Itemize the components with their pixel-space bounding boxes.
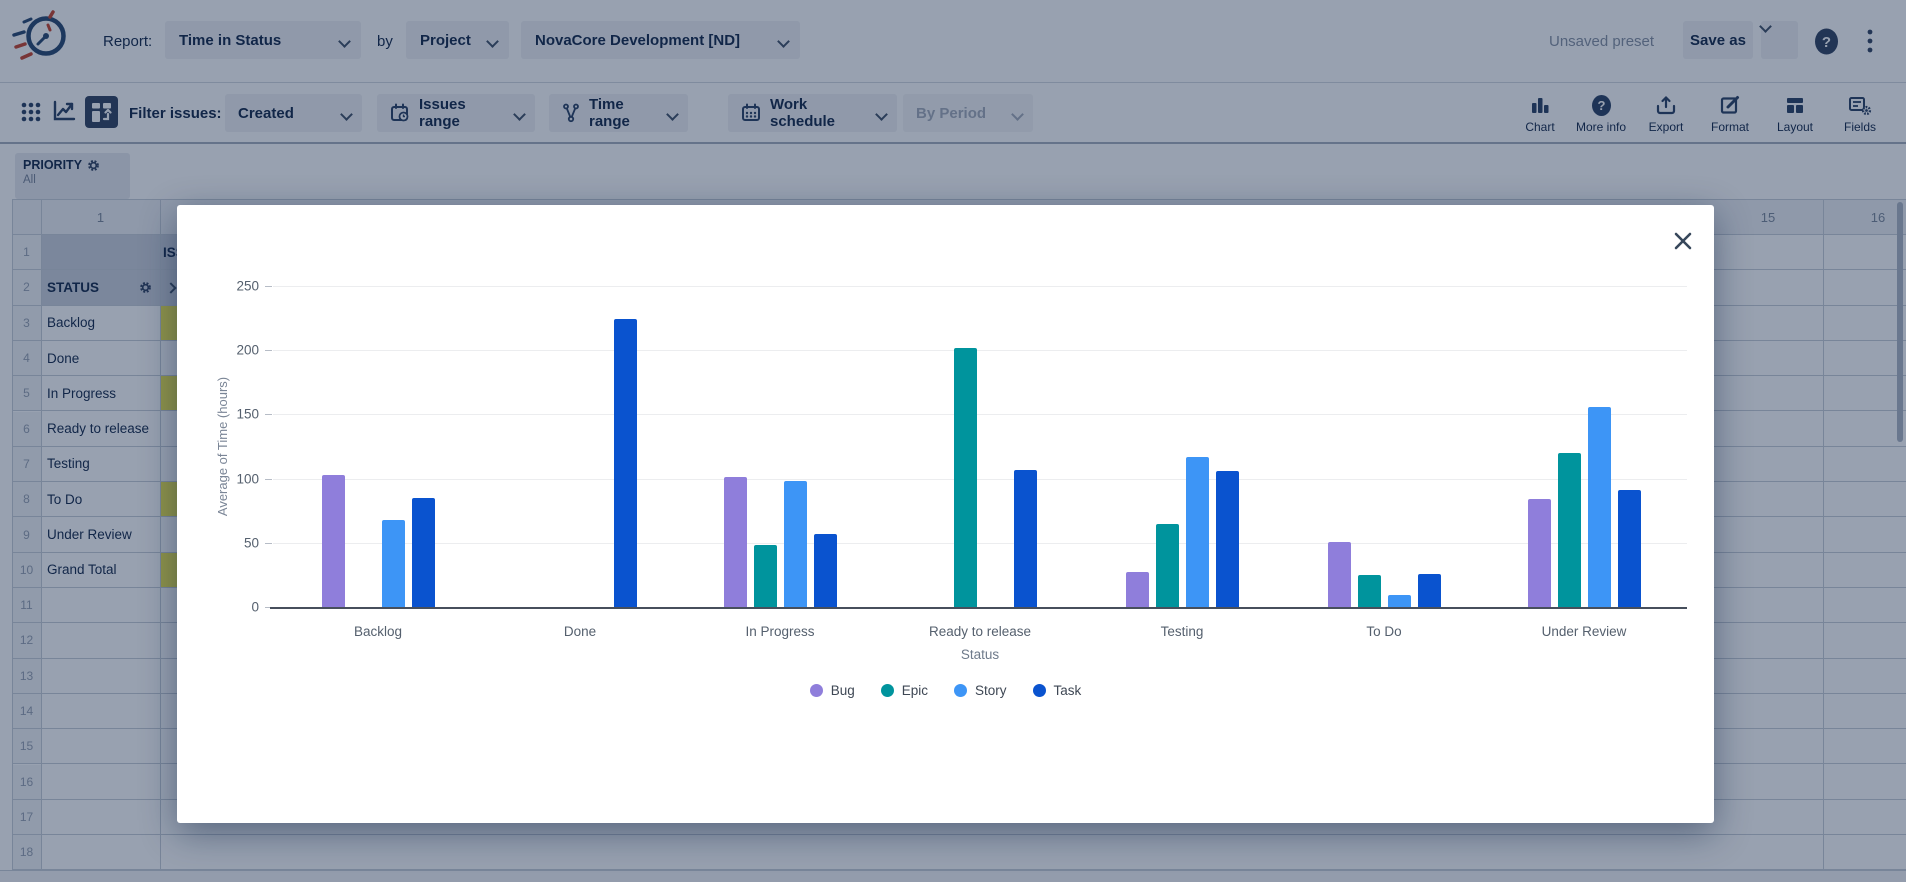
bar-task-3[interactable] xyxy=(1014,470,1037,607)
gridline xyxy=(273,543,1687,544)
bar-task-0[interactable] xyxy=(412,498,435,607)
legend-label: Story xyxy=(975,683,1007,698)
y-tick-mark xyxy=(265,479,272,480)
bar-bug-4[interactable] xyxy=(1126,572,1149,607)
y-tick-mark xyxy=(265,414,272,415)
legend-item-story[interactable]: Story xyxy=(954,683,1007,698)
x-category-label: Testing xyxy=(1097,624,1267,639)
bar-epic-6[interactable] xyxy=(1558,453,1581,607)
y-tick-mark xyxy=(265,543,272,544)
bar-story-4[interactable] xyxy=(1186,457,1209,607)
gridline xyxy=(273,350,1687,351)
app-window: Report: Time in Status by Project NovaCo… xyxy=(0,0,1906,882)
bar-task-1[interactable] xyxy=(614,319,637,607)
legend-label: Epic xyxy=(902,683,928,698)
bar-bug-5[interactable] xyxy=(1328,542,1351,608)
bar-bug-2[interactable] xyxy=(724,477,747,607)
legend-dot-icon xyxy=(1033,684,1046,697)
bar-epic-4[interactable] xyxy=(1156,524,1179,608)
chart-modal: 050100150200250BacklogDoneIn ProgressRea… xyxy=(177,205,1714,823)
bar-story-6[interactable] xyxy=(1588,407,1611,607)
bar-story-2[interactable] xyxy=(784,481,807,607)
y-tick-mark xyxy=(265,350,272,351)
close-icon[interactable] xyxy=(1671,229,1695,253)
y-tick-mark xyxy=(265,286,272,287)
bar-bug-0[interactable] xyxy=(322,475,345,607)
chart-legend: Bug Epic Story Task xyxy=(177,683,1714,698)
bar-story-0[interactable] xyxy=(382,520,405,607)
x-category-label: Under Review xyxy=(1499,624,1669,639)
gridline xyxy=(273,479,1687,480)
bar-epic-3[interactable] xyxy=(954,348,977,607)
bar-task-6[interactable] xyxy=(1618,490,1641,607)
legend-dot-icon xyxy=(810,684,823,697)
legend-item-task[interactable]: Task xyxy=(1033,683,1082,698)
bar-bug-6[interactable] xyxy=(1528,499,1551,607)
gridline xyxy=(273,286,1687,287)
x-axis-line xyxy=(270,607,1687,609)
bar-task-5[interactable] xyxy=(1418,574,1441,607)
gridline xyxy=(273,414,1687,415)
x-category-label: Done xyxy=(495,624,665,639)
legend-dot-icon xyxy=(954,684,967,697)
legend-label: Bug xyxy=(831,683,855,698)
x-category-label: Ready to release xyxy=(895,624,1065,639)
bar-story-5[interactable] xyxy=(1388,595,1411,607)
x-axis-title: Status xyxy=(920,647,1040,662)
y-tick-label: 250 xyxy=(217,279,259,294)
bar-task-2[interactable] xyxy=(814,534,837,607)
legend-item-bug[interactable]: Bug xyxy=(810,683,855,698)
y-axis-title: Average of Time (hours) xyxy=(215,354,230,539)
legend-label: Task xyxy=(1054,683,1082,698)
bar-epic-5[interactable] xyxy=(1358,575,1381,607)
legend-item-epic[interactable]: Epic xyxy=(881,683,928,698)
legend-dot-icon xyxy=(881,684,894,697)
x-category-label: Backlog xyxy=(293,624,463,639)
x-category-label: In Progress xyxy=(695,624,865,639)
x-category-label: To Do xyxy=(1299,624,1469,639)
y-tick-label: 0 xyxy=(217,600,259,615)
bar-epic-2[interactable] xyxy=(754,545,777,607)
bar-task-4[interactable] xyxy=(1216,471,1239,607)
